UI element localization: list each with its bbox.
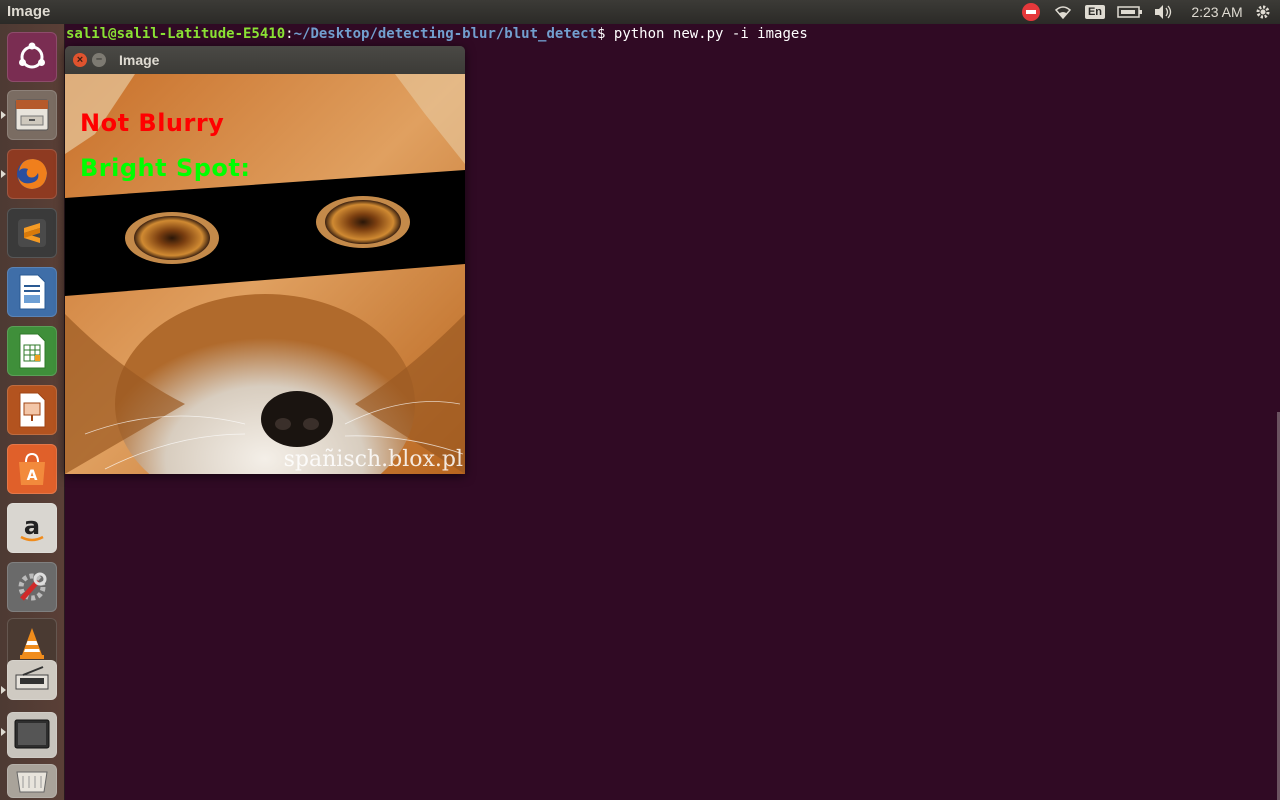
image-window[interactable]: × – Image Not Blurry Bright Spot: spañis… <box>65 46 465 474</box>
gear-icon[interactable] <box>1253 0 1273 24</box>
svg-text:a: a <box>24 512 40 540</box>
prompt-user-host: salil@salil-Latitude-E5410 <box>66 26 286 42</box>
battery-icon[interactable] <box>1116 0 1144 24</box>
shopping-bag-icon[interactable]: A <box>7 444 57 494</box>
window-title: Image <box>119 52 160 68</box>
keyboard-language-indicator[interactable]: En <box>1084 0 1106 24</box>
wrench-icon[interactable] <box>7 562 57 612</box>
do-not-disturb-icon[interactable] <box>1020 0 1042 24</box>
window-titlebar[interactable]: × – Image <box>65 46 465 74</box>
amazon-icon[interactable]: a <box>7 503 57 553</box>
prompt-path: ~/Desktop/detecting-blur/blut_detect <box>293 26 598 42</box>
close-icon[interactable]: × <box>73 53 87 67</box>
volume-icon[interactable] <box>1152 0 1174 24</box>
calc-icon[interactable] <box>7 326 57 376</box>
running-indicator <box>1 686 6 694</box>
bright-spot-label: Bright Spot: <box>80 154 251 182</box>
image-canvas: Not Blurry Bright Spot: spañisch.blox.pl <box>65 74 465 474</box>
running-indicator <box>1 728 6 736</box>
monitor-icon[interactable] <box>7 712 57 758</box>
top-panel: Image En 2:23 AM <box>0 0 1280 24</box>
terminal-command: python new.py -i images <box>605 26 808 42</box>
running-indicator <box>1 170 6 178</box>
image-watermark: spañisch.blox.pl <box>283 447 463 472</box>
launcher: A a <box>0 24 65 800</box>
running-indicator <box>1 111 6 119</box>
active-app-title: Image <box>7 3 51 20</box>
ubuntu-logo-icon[interactable] <box>7 32 57 82</box>
trash-icon[interactable] <box>7 764 57 798</box>
impress-icon[interactable] <box>7 385 57 435</box>
sublime-text-icon[interactable] <box>7 208 57 258</box>
language-label: En <box>1084 5 1106 19</box>
clock[interactable]: 2:23 AM <box>1188 0 1246 24</box>
blur-status-label: Not Blurry <box>80 109 225 137</box>
scanner-icon[interactable] <box>7 660 57 700</box>
file-cabinet-icon[interactable] <box>7 90 57 140</box>
firefox-icon[interactable] <box>7 149 57 199</box>
minimize-icon[interactable]: – <box>92 53 106 67</box>
terminal-prompt-line[interactable]: salil@salil-Latitude-E5410:~/Desktop/det… <box>66 25 808 43</box>
writer-icon[interactable] <box>7 267 57 317</box>
svg-text:A: A <box>27 468 38 484</box>
wifi-icon[interactable] <box>1051 0 1075 24</box>
prompt-colon: : <box>285 26 294 42</box>
